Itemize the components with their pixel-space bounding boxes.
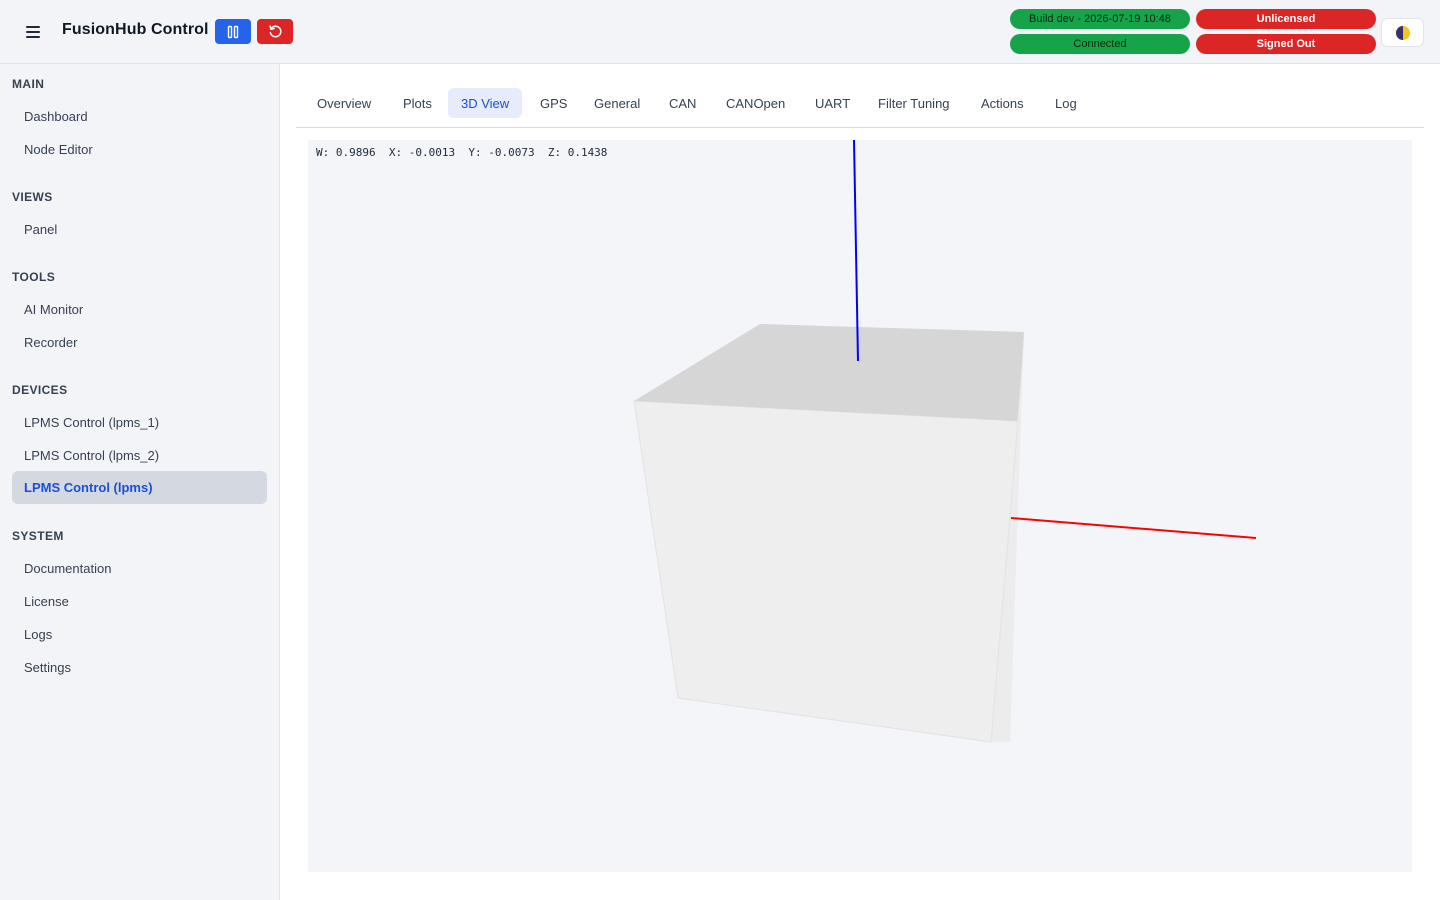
sidebar-item-lpms-1[interactable]: LPMS Control (lpms_1) (12, 406, 267, 439)
tab-actions[interactable]: Actions (968, 88, 1037, 118)
quaternion-readout: W: 0.9896 X: -0.0013 Y: -0.0073 Z: 0.143… (316, 146, 607, 159)
quaternion-y: Y: -0.0073 (468, 146, 535, 159)
connection-status-badge: Connected (1010, 34, 1190, 54)
license-status-badge[interactable]: Unlicensed (1196, 9, 1376, 29)
sidebar-item-recorder[interactable]: Recorder (12, 326, 267, 359)
sidebar-item-lpms[interactable]: LPMS Control (lpms) (12, 471, 267, 504)
build-badge: Build dev - 2026-07-19 10:48 (1010, 9, 1190, 29)
quaternion-w: W: 0.9896 (316, 146, 376, 159)
app-title: FusionHub Control (62, 21, 209, 38)
tab-overview[interactable]: Overview (304, 88, 384, 118)
sidebar-section-tools: TOOLS (12, 270, 56, 284)
sidebar-item-license[interactable]: License (12, 585, 267, 618)
quaternion-z: Z: 0.1438 (547, 146, 608, 159)
sidebar-section-main: MAIN (12, 77, 45, 91)
tab-canopen[interactable]: CANOpen (713, 88, 798, 118)
tab-gps[interactable]: GPS (527, 88, 580, 118)
cube-front-face (633, 400, 1019, 743)
sidebar-section-views: VIEWS (12, 190, 53, 204)
sidebar-section-devices: DEVICES (12, 383, 68, 397)
3d-viewport[interactable]: W: 0.9896 X: -0.0013 Y: -0.0073 Z: 0.143… (308, 140, 1412, 872)
theme-toggle-button[interactable] (1381, 18, 1424, 47)
sidebar: MAIN Dashboard Node Editor VIEWS Panel T… (0, 64, 280, 900)
tab-3d-view[interactable]: 3D View (448, 88, 523, 118)
tab-log[interactable]: Log (1042, 88, 1090, 118)
restart-button[interactable] (257, 19, 293, 44)
sidebar-item-dashboard[interactable]: Dashboard (12, 100, 267, 133)
account-status-badge[interactable]: Signed Out (1196, 34, 1376, 54)
sidebar-item-logs[interactable]: Logs (12, 618, 267, 651)
tab-uart[interactable]: UART (802, 88, 863, 118)
half-moon-icon (1395, 25, 1410, 40)
sidebar-item-documentation[interactable]: Documentation (12, 552, 267, 585)
hamburger-icon[interactable] (22, 20, 46, 44)
sidebar-item-ai-monitor[interactable]: AI Monitor (12, 293, 267, 326)
pause-button[interactable] (215, 19, 251, 44)
sidebar-section-system: SYSTEM (12, 529, 64, 543)
tab-filter-tuning[interactable]: Filter Tuning (865, 88, 963, 118)
top-bar: FusionHub Control Build dev - 2026-07-19… (0, 0, 1440, 64)
restart-icon (268, 25, 282, 38)
tab-can[interactable]: CAN (656, 88, 709, 118)
sidebar-item-node-editor[interactable]: Node Editor (12, 133, 267, 166)
x-axis-line (1010, 517, 1257, 539)
tab-plots[interactable]: Plots (390, 88, 445, 118)
sidebar-item-panel[interactable]: Panel (12, 213, 267, 246)
pause-icon (227, 25, 239, 38)
orientation-scene (633, 140, 1257, 743)
quaternion-x: X: -0.0013 (388, 146, 456, 159)
sidebar-item-lpms-2[interactable]: LPMS Control (lpms_2) (12, 439, 267, 472)
tab-general[interactable]: General (581, 88, 653, 118)
device-tabs: Overview Plots 3D View GPS General CAN C… (296, 88, 1424, 128)
sidebar-item-settings[interactable]: Settings (12, 651, 267, 684)
